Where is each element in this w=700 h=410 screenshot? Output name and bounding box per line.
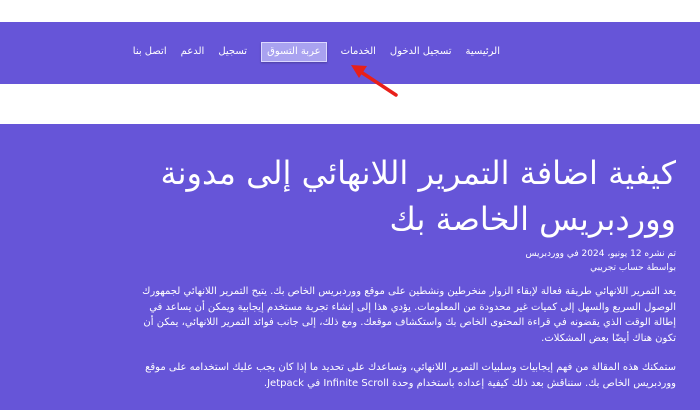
nav-item-contact[interactable]: اتصل بنا bbox=[133, 42, 167, 62]
article-paragraph: ستمكنك هذه المقالة من فهم إيجابيات وسلبي… bbox=[145, 362, 676, 389]
nav-item-cart[interactable]: عربة التسوق bbox=[261, 42, 327, 62]
post-author: بواسطة حساب تجريبي bbox=[590, 263, 676, 273]
article-paragraph: يعد التمرير اللانهائي طريقة فعالة لإبقاء… bbox=[142, 286, 676, 344]
nav-item-support[interactable]: الدعم bbox=[181, 42, 205, 62]
nav-item-login[interactable]: تسجيل الدخول bbox=[390, 42, 452, 62]
post-date: تم نشره 12 يونيو، 2024 في ووردبريس bbox=[525, 249, 676, 259]
article-hero: كيفية اضافة التمرير اللانهائي إلى مدونة … bbox=[0, 124, 700, 410]
article-title: كيفية اضافة التمرير اللانهائي إلى مدونة … bbox=[160, 154, 676, 238]
nav-item-register[interactable]: تسجيل bbox=[218, 42, 247, 62]
top-nav-bar: الرئيسية تسجيل الدخول الخدمات عربة التسو… bbox=[0, 22, 700, 84]
main-menu: الرئيسية تسجيل الدخول الخدمات عربة التسو… bbox=[133, 42, 500, 62]
nav-item-home[interactable]: الرئيسية bbox=[466, 42, 500, 62]
nav-item-services[interactable]: الخدمات bbox=[341, 42, 376, 62]
